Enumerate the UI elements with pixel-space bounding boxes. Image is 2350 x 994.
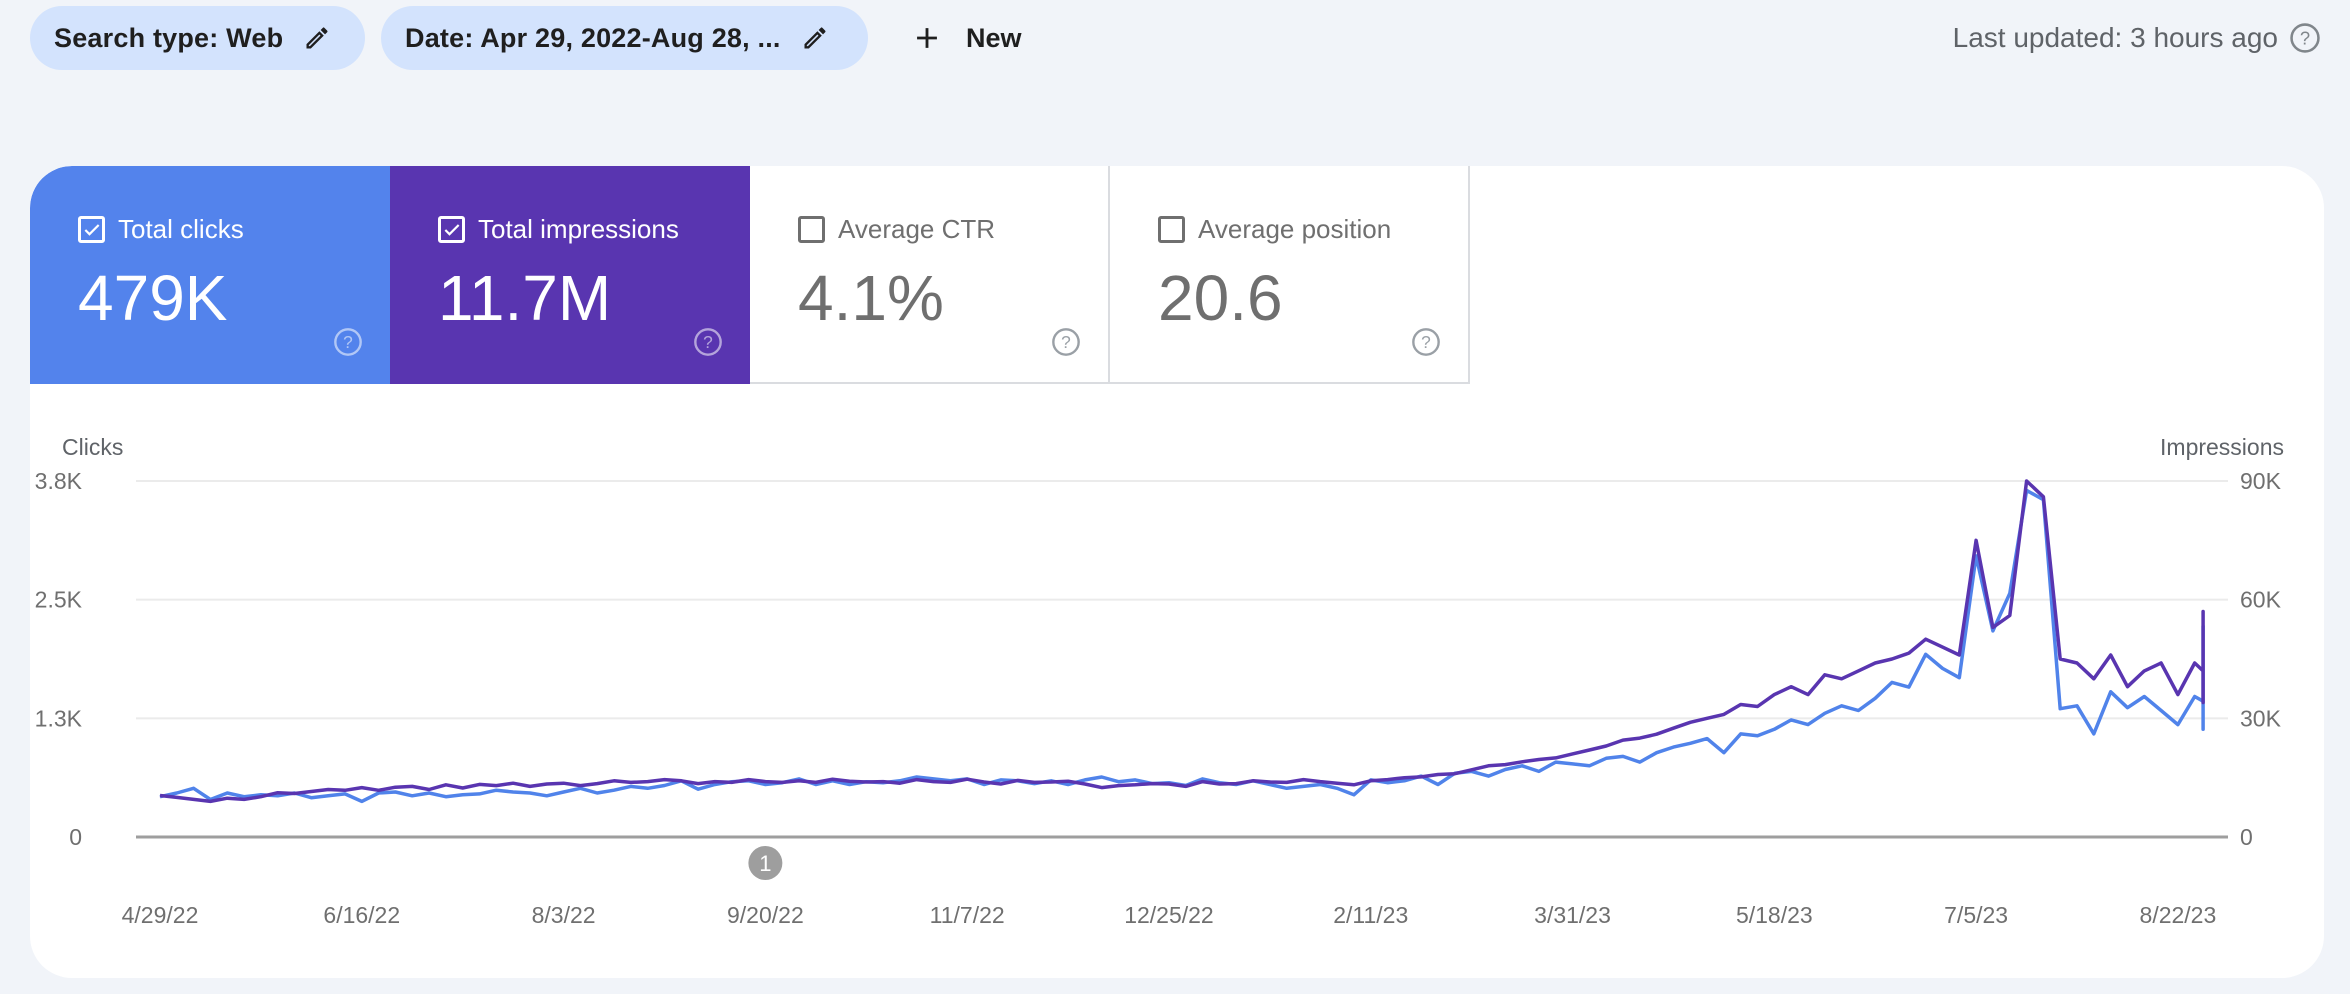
plus-icon xyxy=(917,28,937,48)
performance-card: Total clicks 479K ? Total impressions 11… xyxy=(30,166,2324,978)
pencil-icon xyxy=(804,27,826,49)
pencil-icon xyxy=(306,27,328,49)
search-type-filter-chip[interactable]: Search type: Web xyxy=(30,6,365,70)
x-tick-label: 8/3/22 xyxy=(532,902,596,928)
series-line-impressions xyxy=(159,479,2205,804)
x-tick-label: 9/20/22 xyxy=(727,902,804,928)
annotation-label: 1 xyxy=(759,851,771,876)
y-right-tick-label: 30K xyxy=(2240,705,2282,731)
series-line-clicks xyxy=(159,488,2205,804)
y-right-axis-title: Impressions xyxy=(2160,434,2284,460)
x-tick-label: 3/31/23 xyxy=(1534,902,1611,928)
last-updated-status: Last updated: 3 hours ago ? xyxy=(1953,6,2322,70)
x-tick-label: 7/5/23 xyxy=(1944,902,2008,928)
new-filter-button[interactable]: New xyxy=(900,6,1032,70)
x-tick-label: 11/7/22 xyxy=(930,902,1005,928)
search-type-filter-label: Search type: Web xyxy=(54,22,284,53)
last-updated-text: Last updated: 3 hours ago xyxy=(1952,22,2278,53)
date-filter-label: Date: Apr 29, 2022-Aug 28, ... xyxy=(405,22,781,53)
x-tick-label: 2/11/23 xyxy=(1333,902,1408,928)
x-tick-label: 4/29/22 xyxy=(122,902,199,928)
annotation-marker[interactable]: 1 xyxy=(748,846,783,880)
y-right-tick-label: 0 xyxy=(2240,824,2253,850)
y-right-tick-label: 90K xyxy=(2240,468,2282,494)
y-left-tick-label: 2.5K xyxy=(35,587,83,613)
y-left-tick-label: 1.3K xyxy=(35,705,83,731)
y-right-tick-label: 60K xyxy=(2240,587,2282,613)
y-left-axis-title: Clicks xyxy=(62,434,123,460)
x-tick-label: 6/16/22 xyxy=(323,902,400,928)
performance-chart: Clicks Impressions 0 1.3K 2.5K 3.8K 0 30K 60K… xyxy=(35,434,2284,928)
x-tick-label: 12/25/22 xyxy=(1124,902,1214,928)
new-filter-label: New xyxy=(966,22,1022,53)
help-icon[interactable]: ? xyxy=(2288,21,2322,55)
y-left-tick-label: 3.8K xyxy=(35,468,83,494)
x-tick-label: 8/22/23 xyxy=(2140,902,2217,928)
svg-text:?: ? xyxy=(2300,27,2310,48)
y-left-tick-label: 0 xyxy=(69,824,82,850)
date-filter-chip[interactable]: Date: Apr 29, 2022-Aug 28, ... xyxy=(381,6,868,70)
x-tick-label: 5/18/23 xyxy=(1736,902,1813,928)
